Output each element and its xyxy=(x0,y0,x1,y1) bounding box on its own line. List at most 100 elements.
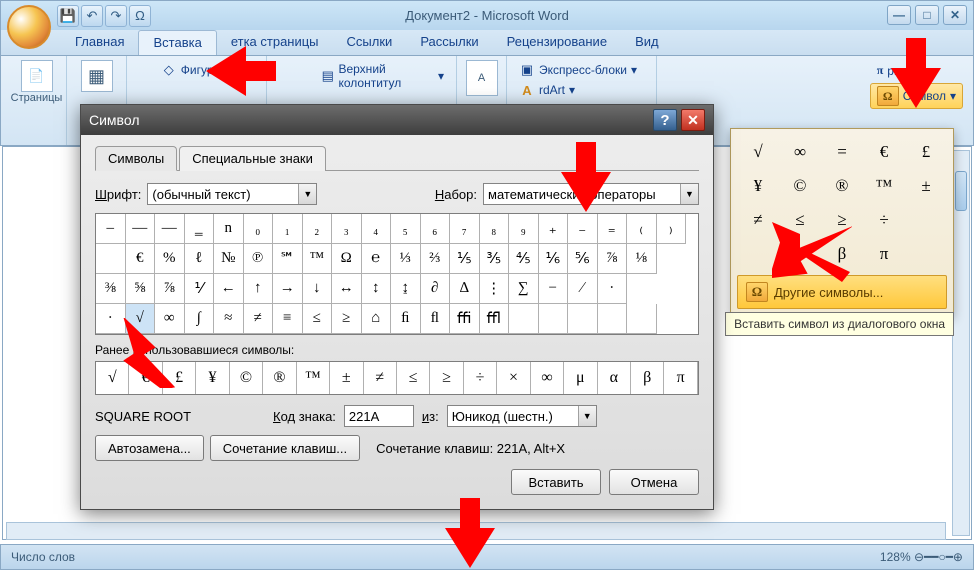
ribbon-tab[interactable]: Рецензирование xyxy=(493,30,621,55)
char-cell[interactable]: ↑ xyxy=(244,274,274,304)
dialog-help-button[interactable]: ? xyxy=(653,109,677,131)
char-cell[interactable]: — xyxy=(126,214,156,244)
char-cell[interactable] xyxy=(568,304,598,334)
recent-char-cell[interactable]: £ xyxy=(163,362,196,394)
char-cell[interactable]: → xyxy=(273,274,303,304)
char-cell[interactable]: n xyxy=(214,214,244,244)
pages-icon[interactable]: 📄 xyxy=(21,60,53,92)
popup-symbol-cell[interactable]: α xyxy=(779,237,821,271)
recent-char-cell[interactable]: ™ xyxy=(297,362,330,394)
char-cell[interactable]: ≡ xyxy=(273,304,303,334)
char-cell[interactable]: ⋮ xyxy=(480,274,510,304)
char-code-input[interactable] xyxy=(344,405,414,427)
char-cell[interactable]: ∫ xyxy=(185,304,215,334)
symbol-button[interactable]: ΩСимвол ▾ xyxy=(870,83,963,109)
header-button[interactable]: ▤Верхний колонтитул ▾ xyxy=(317,60,448,92)
insert-button[interactable]: Вставить xyxy=(511,469,601,495)
char-cell[interactable] xyxy=(509,304,539,334)
popup-symbol-cell[interactable] xyxy=(905,203,947,237)
char-cell[interactable]: ― xyxy=(155,214,185,244)
ribbon-tab[interactable]: Вставка xyxy=(138,30,216,55)
char-cell[interactable]: ‗ xyxy=(185,214,215,244)
char-cell[interactable]: ↔ xyxy=(332,274,362,304)
char-cell[interactable]: ⌂ xyxy=(362,304,392,334)
popup-symbol-cell[interactable]: ® xyxy=(821,169,863,203)
dialog-close-button[interactable]: ✕ xyxy=(681,109,705,131)
char-cell[interactable]: ∙ xyxy=(598,274,628,304)
char-cell[interactable]: ⅔ xyxy=(421,244,451,274)
char-cell[interactable]: ⅜ xyxy=(96,274,126,304)
recent-char-cell[interactable]: ¥ xyxy=(196,362,229,394)
char-cell[interactable]: ₂ xyxy=(303,214,333,244)
char-cell[interactable]: ₀ xyxy=(244,214,274,244)
char-cell[interactable]: ↨ xyxy=(391,274,421,304)
char-cell[interactable]: ₋ xyxy=(568,214,598,244)
maximize-button[interactable]: □ xyxy=(915,5,939,25)
recent-char-cell[interactable]: π xyxy=(664,362,697,394)
char-cell[interactable]: ℮ xyxy=(362,244,392,274)
express-blocks-button[interactable]: ▣Экспресс-блоки ▾ xyxy=(515,60,641,80)
recent-char-cell[interactable]: © xyxy=(230,362,263,394)
popup-symbol-cell[interactable]: ± xyxy=(905,169,947,203)
popup-symbol-cell[interactable]: = xyxy=(821,135,863,169)
tab-symbols[interactable]: Символы xyxy=(95,146,177,171)
shapes-button[interactable]: ◇Фигуры ▾ xyxy=(157,60,236,80)
char-cell[interactable]: ⅗ xyxy=(480,244,510,274)
shortcut-button[interactable]: Сочетание клавиш... xyxy=(210,435,360,461)
char-cell[interactable]: ⅛ xyxy=(627,244,657,274)
char-cell[interactable]: ℗ xyxy=(244,244,274,274)
char-cell[interactable]: ⅞ xyxy=(155,274,185,304)
char-cell[interactable]: ∆ xyxy=(450,274,480,304)
char-cell[interactable]: ∞ xyxy=(155,304,185,334)
char-cell[interactable]: ℠ xyxy=(273,244,303,274)
recent-char-cell[interactable]: α xyxy=(598,362,631,394)
char-cell[interactable]: ﬂ xyxy=(421,304,451,334)
char-cell[interactable]: ≤ xyxy=(303,304,333,334)
recent-char-cell[interactable]: ® xyxy=(263,362,296,394)
char-cell[interactable]: ₄ xyxy=(362,214,392,244)
char-cell[interactable]: ₈ xyxy=(480,214,510,244)
char-cell[interactable]: ₁ xyxy=(273,214,303,244)
char-cell[interactable]: √ xyxy=(126,304,156,334)
char-cell[interactable]: ⅟ xyxy=(185,274,215,304)
wordart-button[interactable]: ArdArt ▾ xyxy=(515,80,579,100)
tab-special-chars[interactable]: Специальные знаки xyxy=(179,146,326,171)
recent-symbols-grid[interactable]: √€£¥©®™±≠≤≥÷×∞μαβπ xyxy=(95,361,699,395)
char-cell[interactable]: № xyxy=(214,244,244,274)
popup-symbol-cell[interactable] xyxy=(737,237,779,271)
popup-symbol-cell[interactable]: π xyxy=(863,237,905,271)
cancel-button[interactable]: Отмена xyxy=(609,469,699,495)
textbox-big-icon[interactable]: A xyxy=(466,60,498,96)
char-cell[interactable]: ↓ xyxy=(303,274,333,304)
ribbon-tab[interactable]: Главная xyxy=(61,30,138,55)
char-cell[interactable]: ≈ xyxy=(214,304,244,334)
char-cell[interactable]: ₇ xyxy=(450,214,480,244)
popup-symbol-cell[interactable]: β xyxy=(821,237,863,271)
char-cell[interactable] xyxy=(539,304,569,334)
char-cell[interactable]: ₊ xyxy=(539,214,569,244)
char-cell[interactable]: ﬃ xyxy=(450,304,480,334)
char-cell[interactable]: ⅝ xyxy=(126,274,156,304)
char-cell[interactable]: ∙ xyxy=(96,304,126,334)
recent-char-cell[interactable]: √ xyxy=(96,362,129,394)
char-cell[interactable]: ⅓ xyxy=(391,244,421,274)
char-cell[interactable]: ₎ xyxy=(657,214,687,244)
formula-button[interactable]: πрмула ▾ xyxy=(870,60,963,81)
recent-char-cell[interactable]: ∞ xyxy=(531,362,564,394)
ribbon-tab[interactable]: етка страницы xyxy=(217,30,333,55)
popup-symbol-cell[interactable]: © xyxy=(779,169,821,203)
char-cell[interactable]: ⅘ xyxy=(509,244,539,274)
popup-symbol-cell[interactable]: ™ xyxy=(863,169,905,203)
qat-button[interactable]: Ω xyxy=(129,5,151,27)
char-cell[interactable]: – xyxy=(96,214,126,244)
char-cell[interactable]: ⅕ xyxy=(450,244,480,274)
office-button[interactable] xyxy=(7,5,51,49)
char-cell[interactable]: ₅ xyxy=(391,214,421,244)
char-cell[interactable] xyxy=(627,304,657,334)
char-cell[interactable]: − xyxy=(539,274,569,304)
char-cell[interactable]: ₍ xyxy=(627,214,657,244)
recent-char-cell[interactable]: β xyxy=(631,362,664,394)
ribbon-tab[interactable]: Рассылки xyxy=(406,30,492,55)
table-icon[interactable]: ▦ xyxy=(81,60,113,92)
char-cell[interactable]: ﬄ xyxy=(480,304,510,334)
